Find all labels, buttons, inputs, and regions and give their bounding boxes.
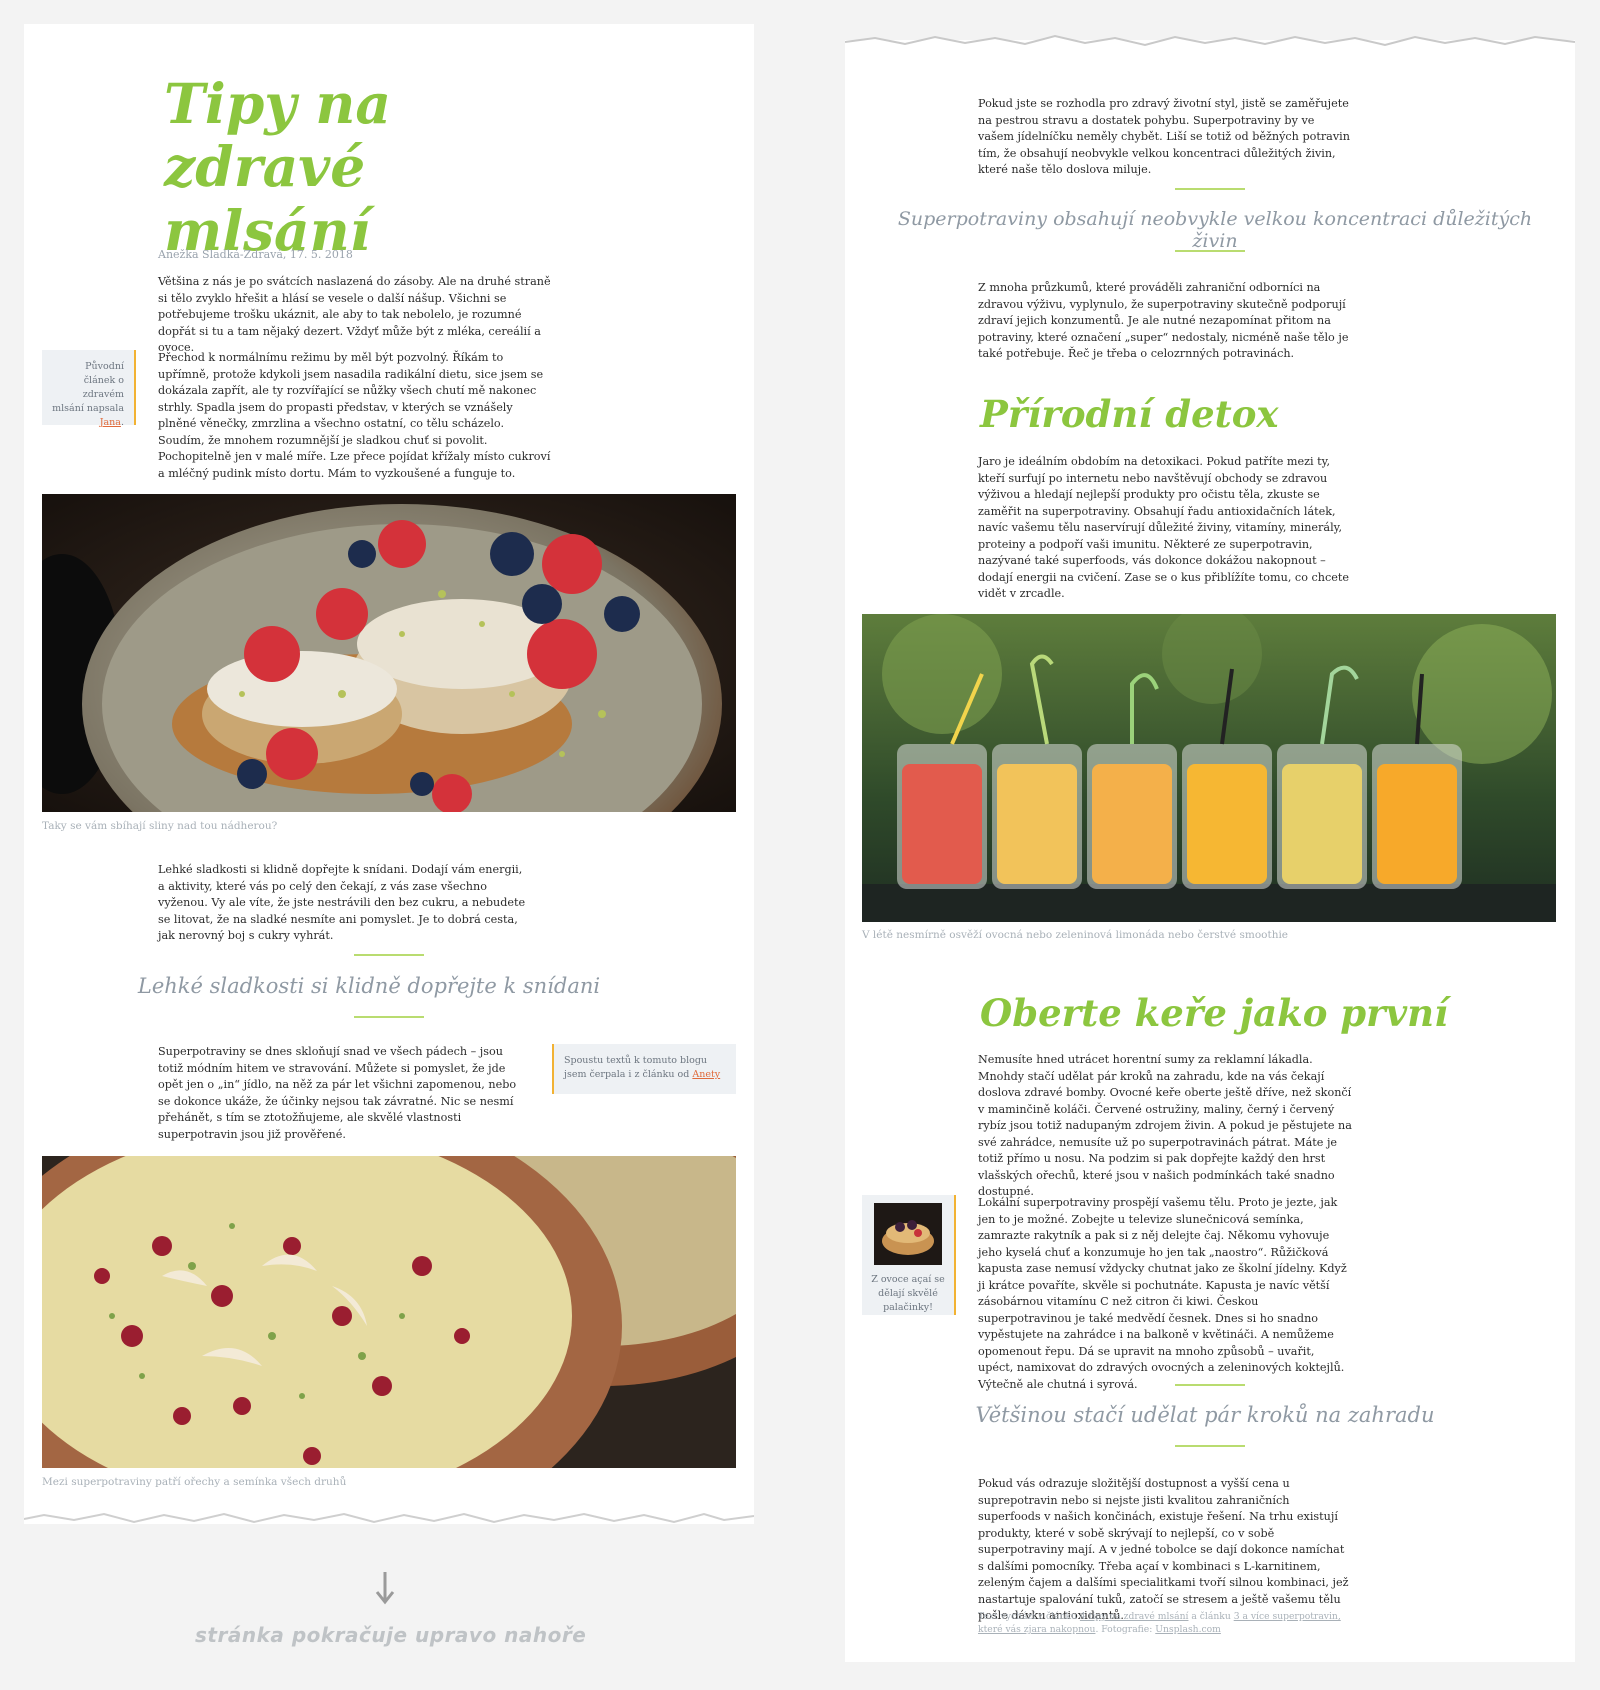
divider-bottom-3 xyxy=(1175,1445,1245,1447)
left-page: Tipy na zdravé mlsání Anežka Sladká-Zdra… xyxy=(24,24,754,1524)
source-link-3[interactable]: Unsplash.com xyxy=(1155,1624,1221,1635)
nuts-dessert-illustration xyxy=(42,1156,736,1468)
heading-oberte-kere: Oberte keře jako první xyxy=(980,991,1449,1035)
photo-caption-1: Taky se vám sbíhají sliny nad tou nádher… xyxy=(42,820,278,832)
lemonade-jars-photo xyxy=(862,614,1556,922)
pancakes-illustration xyxy=(42,494,736,812)
source-link-1[interactable]: 4 tipy na zdravé mlsání xyxy=(1080,1611,1189,1622)
pancakes-photo xyxy=(42,494,736,812)
divider-bottom-2 xyxy=(1175,250,1245,252)
foot-text-a: Text vychází z článku xyxy=(978,1611,1077,1622)
sidebar-note-acai: Z ovoce açaí se dělají skvělé palačinky! xyxy=(862,1195,956,1315)
sidebar-note-source: Původní článek o zdravém mlsání napsala … xyxy=(42,350,136,428)
acai-pancakes-illustration xyxy=(874,1203,942,1265)
sidebar-note-source-2: Spoustu textů k tomuto blogu jsem čerpal… xyxy=(552,1044,736,1094)
right-photo-caption: V létě nesmírně osvěží ovocná nebo zelen… xyxy=(862,929,1289,941)
paragraph-4: Superpotraviny se dnes skloňují snad ve … xyxy=(158,1045,517,1141)
right-paragraph-1: Pokud jste se rozhodla pro zdravý životn… xyxy=(978,97,1350,176)
foot-text-c: . Fotografie: xyxy=(1095,1624,1153,1635)
paragraph-2: Přechod k normálnímu režimu by měl být p… xyxy=(158,351,551,480)
author-link-jana[interactable]: Jana xyxy=(100,417,121,428)
author-link-anety[interactable]: Anety xyxy=(692,1069,720,1080)
right-paragraph-4: Nemusíte hned utrácet horentní sumy za r… xyxy=(978,1053,1352,1198)
heading-prirodni-detox: Přírodní detox xyxy=(980,392,1279,436)
right-page: Pokud jste se rozhodla pro zdravý životn… xyxy=(845,34,1575,1662)
source-footnote: Text vychází z článku 4 tipy na zdravé m… xyxy=(978,1610,1358,1636)
divider-top-3 xyxy=(1175,1384,1245,1386)
right-paragraph-6: Pokud vás odrazuje složitější dostupnost… xyxy=(978,1477,1349,1622)
aside-text: Původní článek o zdravém mlsání napsala xyxy=(52,361,124,414)
divider-top xyxy=(354,954,424,956)
pull-quote-3: Většinou stačí udělat pár kroků na zahra… xyxy=(975,1403,1435,1427)
nuts-dessert-photo xyxy=(42,1156,736,1468)
acai-thumbnail xyxy=(874,1203,942,1265)
pull-quote-2: Superpotraviny obsahují neobvykle velkou… xyxy=(897,208,1533,252)
lemonade-illustration xyxy=(862,614,1556,922)
right-paragraph-2: Z mnoha průzkumů, které prováděli zahran… xyxy=(978,281,1349,360)
arrow-down-icon xyxy=(375,1572,395,1605)
intro-paragraph: Většina z nás je po svátcích naslazená d… xyxy=(158,275,551,354)
right-paragraph-5: Lokální superpotraviny prospějí vašemu t… xyxy=(978,1196,1347,1391)
acai-aside-text: Z ovoce açaí se dělají skvělé palačinky! xyxy=(871,1274,945,1313)
foot-text-b: a článku xyxy=(1191,1611,1231,1622)
torn-edge-top xyxy=(845,34,1575,72)
aside2-text: Spoustu textů k tomuto blogu jsem čerpal… xyxy=(564,1055,708,1080)
article-meta: Anežka Sladká-Zdravá, 17. 5. 2018 xyxy=(158,248,353,261)
torn-edge-bottom xyxy=(24,1502,754,1524)
continue-note: stránka pokračuje upravo nahoře xyxy=(195,1623,587,1647)
photo-caption-2: Mezi superpotraviny patří ořechy a semín… xyxy=(42,1476,347,1488)
paragraph-3: Lehké sladkosti si klidně dopřejte k sní… xyxy=(158,863,526,942)
right-paragraph-3: Jaro je ideálním obdobím na detoxikaci. … xyxy=(978,455,1349,600)
page-title: Tipy na zdravé mlsání xyxy=(164,71,392,263)
divider-bottom xyxy=(354,1016,424,1018)
divider-top-2 xyxy=(1175,188,1245,190)
pull-quote-1: Lehké sladkosti si klidně dopřejte k sní… xyxy=(137,974,601,998)
aside-end: . xyxy=(120,417,124,428)
